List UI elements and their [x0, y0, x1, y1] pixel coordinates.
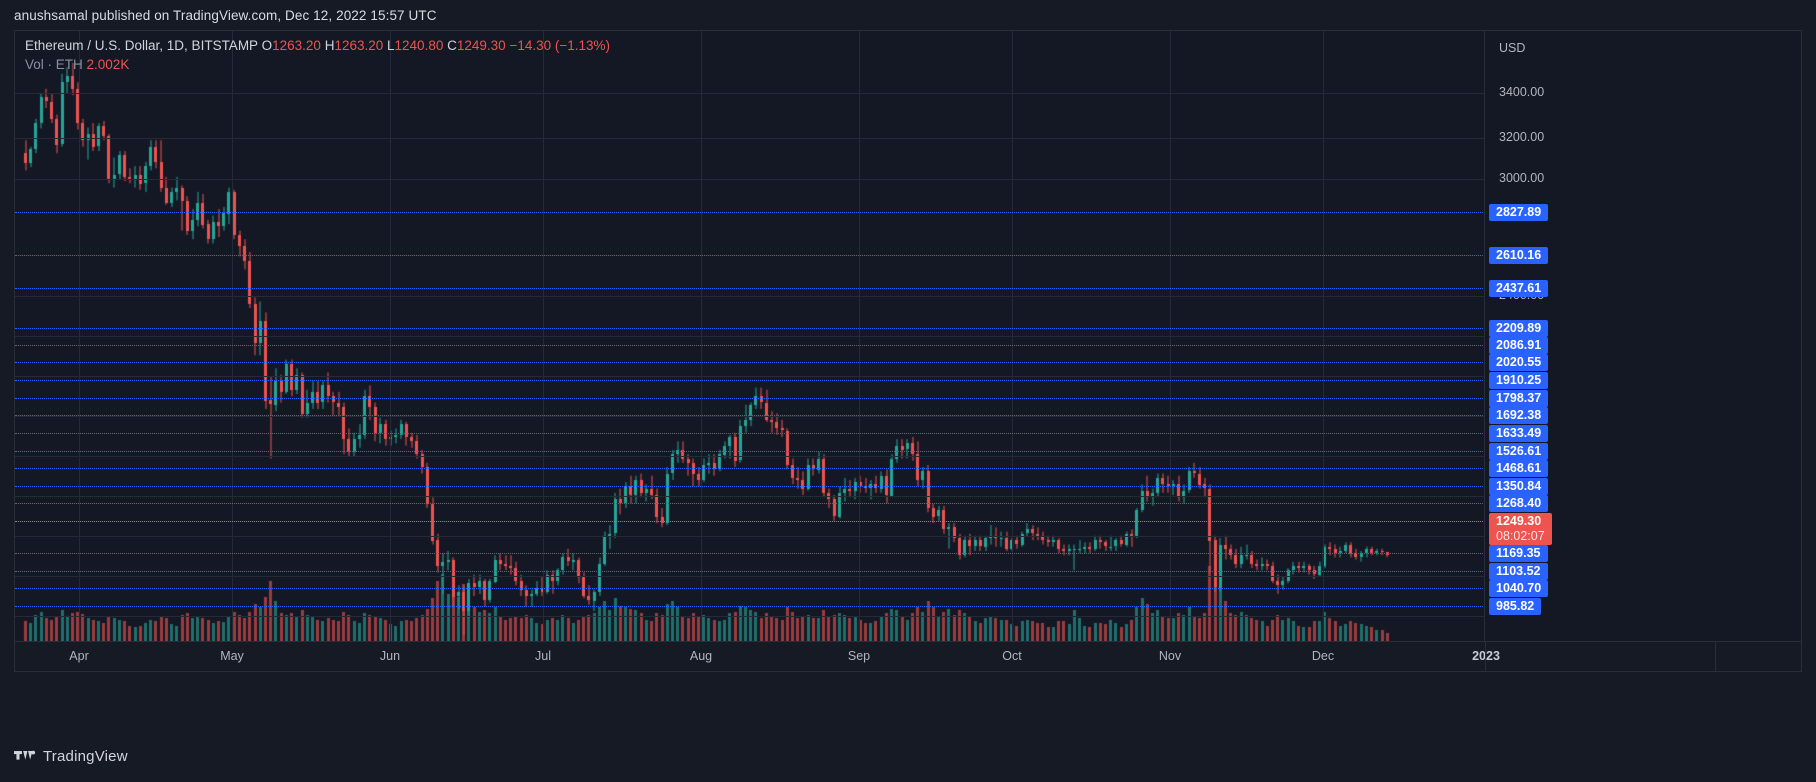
price-level-label[interactable]: 2209.89 — [1489, 320, 1548, 337]
attribution-text: anushsamal published on TradingView.com,… — [14, 8, 437, 23]
price-level-line — [15, 255, 1485, 256]
price-level-label[interactable]: 1526.61 — [1489, 443, 1548, 460]
grid-line-horizontal — [15, 536, 1485, 537]
grid-line-horizontal — [15, 496, 1485, 497]
grid-line-vertical — [390, 31, 391, 641]
price-level-label[interactable]: 1268.40 — [1489, 495, 1548, 512]
grid-line-horizontal — [15, 179, 1485, 180]
price-level-line — [15, 362, 1485, 363]
grid-line-horizontal — [15, 616, 1485, 617]
price-level-line — [15, 606, 1485, 607]
time-tick-label: Apr — [69, 649, 88, 663]
price-level-line — [15, 288, 1485, 289]
grid-line-horizontal — [15, 376, 1485, 377]
grid-line-vertical — [543, 31, 544, 641]
price-level-line — [15, 486, 1485, 487]
attribution-bar: anushsamal published on TradingView.com,… — [0, 0, 1816, 30]
chart-container[interactable]: Ethereum / U.S. Dollar, 1D, BITSTAMP O12… — [14, 30, 1802, 642]
price-tick-label: 3000.00 — [1499, 171, 1544, 185]
price-level-line — [15, 588, 1485, 589]
price-level-label[interactable]: 2827.89 — [1489, 204, 1548, 221]
tradingview-branding: TradingView — [14, 746, 128, 766]
time-tick-label: Nov — [1159, 649, 1181, 663]
current-price-label[interactable]: 1249.3008:02:07 — [1489, 513, 1552, 545]
time-axis[interactable]: Apr May Jun Jul Aug Sep Oct Nov Dec 2023 — [14, 642, 1802, 672]
time-tick-label: Dec — [1312, 649, 1334, 663]
current-price-line — [15, 521, 1485, 522]
grid-line-horizontal — [15, 336, 1485, 337]
price-level-label[interactable]: 2610.16 — [1489, 247, 1548, 264]
time-tick-label: Oct — [1002, 649, 1021, 663]
time-tick-label: May — [220, 649, 244, 663]
price-level-line — [15, 398, 1485, 399]
price-level-line — [15, 433, 1485, 434]
grid-line-vertical — [701, 31, 702, 641]
current-price-value: 1249.30 — [1496, 514, 1545, 529]
price-level-label[interactable]: 2437.61 — [1489, 280, 1548, 297]
price-level-label[interactable]: 1910.25 — [1489, 372, 1548, 389]
price-tick-label: 3200.00 — [1499, 130, 1544, 144]
price-level-label[interactable]: 1350.84 — [1489, 478, 1548, 495]
grid-line-vertical — [1323, 31, 1324, 641]
grid-line-vertical — [79, 31, 80, 641]
grid-line-horizontal — [15, 576, 1485, 577]
grid-line-vertical — [1170, 31, 1171, 641]
price-level-line — [15, 328, 1485, 329]
grid-line-vertical — [1012, 31, 1013, 641]
price-level-label[interactable]: 1468.61 — [1489, 460, 1548, 477]
grid-line-horizontal — [15, 416, 1485, 417]
grid-line-horizontal — [15, 296, 1485, 297]
tradingview-logo-icon — [14, 746, 36, 766]
grid-line-vertical — [859, 31, 860, 641]
price-level-label[interactable]: 1798.37 — [1489, 390, 1548, 407]
price-level-line — [15, 553, 1485, 554]
price-level-label[interactable]: 1103.52 — [1489, 563, 1548, 580]
grid-line-horizontal — [15, 93, 1485, 94]
price-level-label[interactable]: 1633.49 — [1489, 425, 1548, 442]
price-axis-unit: USD — [1499, 41, 1525, 55]
price-level-label[interactable]: 985.82 — [1489, 598, 1541, 615]
time-axis-separator — [1715, 642, 1716, 671]
price-level-label[interactable]: 1040.70 — [1489, 580, 1548, 597]
grid-line-horizontal — [15, 456, 1485, 457]
time-tick-label: 2023 — [1472, 649, 1500, 663]
time-tick-label: Jun — [380, 649, 400, 663]
price-level-line — [15, 380, 1485, 381]
price-level-line — [15, 571, 1485, 572]
price-level-label[interactable]: 2020.55 — [1489, 354, 1548, 371]
time-tick-label: Jul — [535, 649, 551, 663]
price-level-line — [15, 345, 1485, 346]
time-tick-label: Aug — [690, 649, 712, 663]
time-axis-separator — [1485, 642, 1486, 671]
price-level-line — [15, 468, 1485, 469]
grid-line-vertical — [232, 31, 233, 641]
time-tick-label: Sep — [848, 649, 870, 663]
price-level-line — [15, 451, 1485, 452]
price-tick-label: 3400.00 — [1499, 85, 1544, 99]
bar-countdown: 08:02:07 — [1496, 529, 1545, 544]
price-level-line — [15, 212, 1485, 213]
price-level-label[interactable]: 1169.35 — [1489, 545, 1548, 562]
price-axis[interactable]: 3400.003200.003000.002400.002200.00USD28… — [1484, 31, 1801, 641]
price-level-label[interactable]: 2086.91 — [1489, 337, 1548, 354]
price-level-line — [15, 503, 1485, 504]
price-level-label[interactable]: 1692.38 — [1489, 407, 1548, 424]
price-level-line — [15, 415, 1485, 416]
tradingview-wordmark: TradingView — [43, 748, 128, 765]
grid-line-horizontal — [15, 138, 1485, 139]
chart-plot-area[interactable] — [15, 31, 1485, 641]
price-axis-labels: 3400.003200.003000.002400.002200.00USD28… — [1485, 31, 1801, 641]
